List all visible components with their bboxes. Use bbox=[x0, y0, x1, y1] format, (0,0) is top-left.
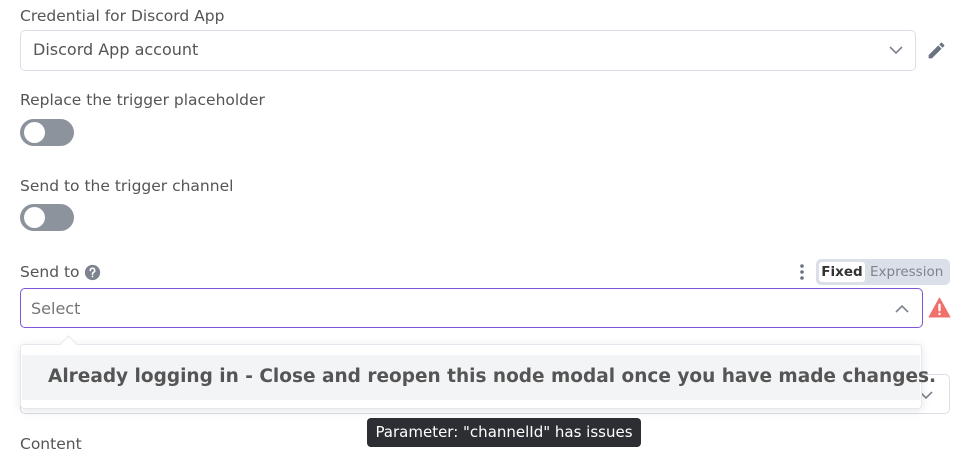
mode-fixed-button[interactable]: Fixed bbox=[819, 262, 865, 282]
warning-triangle-icon bbox=[928, 297, 951, 318]
credential-select-value: Discord App account bbox=[33, 40, 199, 59]
send-to-label: Send to bbox=[20, 263, 80, 281]
content-label: Content bbox=[20, 435, 82, 453]
dropdown-item[interactable]: Already logging in - Close and reopen th… bbox=[22, 355, 936, 400]
replace-placeholder-toggle[interactable] bbox=[20, 119, 74, 146]
toggle-knob bbox=[24, 122, 45, 143]
send-trigger-channel-label: Send to the trigger channel bbox=[20, 177, 234, 195]
chevron-down-icon bbox=[889, 46, 903, 55]
vertical-dots-icon[interactable] bbox=[798, 263, 806, 281]
send-trigger-channel-toggle[interactable] bbox=[20, 204, 74, 231]
mode-expression-button[interactable]: Expression bbox=[870, 262, 943, 282]
replace-placeholder-label: Replace the trigger placeholder bbox=[20, 91, 265, 109]
dropdown-panel: Already logging in - Close and reopen th… bbox=[20, 344, 936, 409]
dropdown-message: Already logging in - Close and reopen th… bbox=[48, 366, 937, 387]
send-to-input[interactable] bbox=[31, 297, 871, 319]
question-circle-icon[interactable] bbox=[84, 264, 101, 281]
mode-toggle: Fixed Expression bbox=[816, 259, 950, 285]
credential-label: Credential for Discord App bbox=[20, 7, 225, 25]
pencil-icon[interactable] bbox=[926, 40, 947, 61]
chevron-up-icon bbox=[895, 304, 909, 313]
credential-select[interactable]: Discord App account bbox=[20, 30, 916, 71]
send-to-select[interactable] bbox=[20, 288, 923, 328]
issue-tooltip: Parameter: "channelId" has issues bbox=[367, 418, 641, 447]
toggle-knob bbox=[24, 207, 45, 228]
